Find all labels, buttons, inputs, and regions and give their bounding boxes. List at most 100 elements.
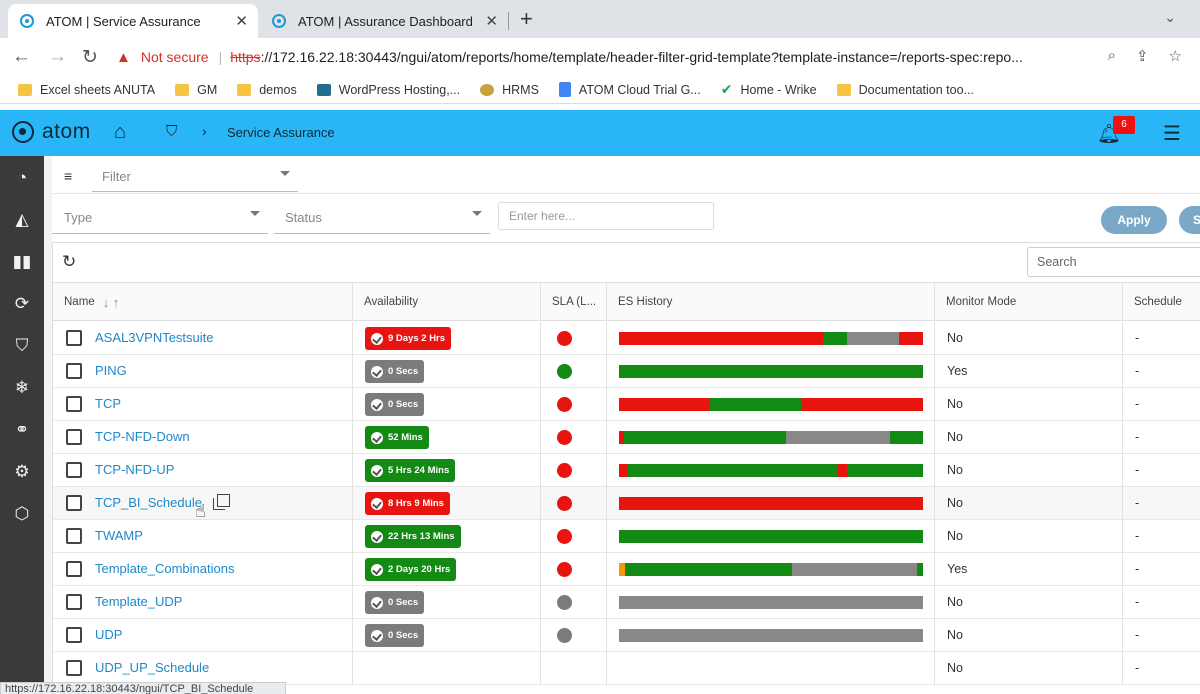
table-row[interactable]: Template_Combinations 2 Days 20 Hrs Yes - [53, 553, 1200, 586]
bookmark-item[interactable]: GM [175, 83, 217, 97]
row-name-link[interactable]: TCP-NFD-Down [95, 429, 190, 444]
shield-icon[interactable]: ⛉ [166, 123, 177, 140]
row-checkbox[interactable] [66, 429, 82, 445]
refresh-icon[interactable]: ↻ [62, 252, 76, 272]
hamburger-menu-icon[interactable]: ☰ [1163, 121, 1181, 146]
back-arrow-icon[interactable]: ← [12, 46, 31, 68]
value-input[interactable]: Enter here... [498, 202, 714, 230]
cell-sla [541, 355, 607, 388]
table-row[interactable]: TCP_BI_Schedule ☝ 8 Hrs 9 Mins No - [53, 487, 1200, 521]
cell-name: Template_Combinations [53, 553, 353, 586]
row-name-link[interactable]: TCP_BI_Schedule [95, 495, 202, 510]
reload-icon[interactable]: ↻ [82, 46, 98, 69]
settings-gear-icon[interactable]: ⚙ [0, 452, 44, 492]
column-header-sla[interactable]: SLA (L... [541, 283, 607, 321]
tab-search-chevron-icon[interactable]: ⌄ [1164, 9, 1176, 26]
bookmark-item[interactable]: Excel sheets ANUTA [18, 83, 155, 97]
monitor-mode-value: No [947, 661, 963, 675]
column-header-es-history[interactable]: ES History [607, 283, 935, 321]
row-checkbox[interactable] [66, 627, 82, 643]
close-icon[interactable]: ✕ [235, 12, 248, 30]
table-row[interactable]: UDP_UP_Schedule No - [53, 652, 1200, 685]
row-checkbox[interactable] [66, 396, 82, 412]
assurance-shield-icon[interactable]: ⛉ [0, 326, 44, 366]
row-name-link[interactable]: Template_Combinations [95, 561, 234, 576]
table-row[interactable]: TCP-NFD-Down 52 Mins No - [53, 421, 1200, 454]
es-history-bar [619, 629, 923, 642]
row-name-link[interactable]: Template_UDP [95, 594, 182, 609]
row-checkbox[interactable] [66, 363, 82, 379]
row-name-link[interactable]: ASAL3VPNTestsuite [95, 330, 214, 345]
monitor-mode-value: No [947, 331, 963, 345]
wrike-check-icon: ✔ [720, 81, 733, 97]
cell-es-history [607, 652, 935, 685]
table-row[interactable]: TCP-NFD-UP 5 Hrs 24 Mins No - [53, 454, 1200, 487]
home-icon[interactable]: ⌂ [114, 121, 126, 144]
es-history-segment [786, 431, 890, 444]
table-row[interactable]: TCP 0 Secs No - [53, 388, 1200, 421]
cell-es-history [607, 619, 935, 652]
copy-icon[interactable] [213, 494, 230, 510]
type-dropdown[interactable]: Type [52, 202, 268, 234]
bookmark-star-icon[interactable]: ☆ [1169, 47, 1182, 65]
browser-tab-assurance-dashboard[interactable]: ATOM | Assurance Dashboard ✕ [260, 4, 508, 38]
table-row[interactable]: Template_UDP 0 Secs No - [53, 586, 1200, 619]
notification-badge[interactable]: 6 [1113, 116, 1135, 134]
row-checkbox[interactable] [66, 330, 82, 346]
new-tab-button[interactable]: + [520, 6, 533, 32]
column-header-availability[interactable]: Availability [353, 283, 541, 321]
row-checkbox[interactable] [66, 660, 82, 676]
es-history-bar [619, 464, 923, 477]
snowflake-icon[interactable]: ❄ [0, 368, 44, 408]
es-history-segment [916, 563, 923, 576]
share-icon[interactable]: ⇪ [1136, 47, 1149, 65]
filter-dropdown[interactable]: Filter [92, 162, 298, 192]
row-checkbox[interactable] [66, 561, 82, 577]
bookmark-item[interactable]: demos [237, 83, 297, 97]
workflow-icon[interactable]: ⟳ [0, 284, 44, 324]
close-icon[interactable]: ✕ [485, 12, 498, 30]
cube-icon[interactable]: ⬡ [0, 494, 44, 534]
filter-lines-icon[interactable]: ≡ [64, 168, 72, 184]
apply-button[interactable]: Apply [1101, 206, 1167, 234]
row-name-link[interactable]: UDP [95, 627, 122, 642]
browser-tab-service-assurance[interactable]: ATOM | Service Assurance ✕ [8, 4, 258, 38]
bookmark-item[interactable]: WordPress Hosting,... [316, 83, 460, 97]
column-header-monitor-mode[interactable]: Monitor Mode [935, 283, 1123, 321]
table-row[interactable]: TWAMP 22 Hrs 13 Mins No - [53, 520, 1200, 553]
sort-arrows-icon[interactable]: ↓ ↑ [103, 295, 120, 310]
status-dropdown[interactable]: Status [274, 202, 490, 234]
bookmark-item[interactable]: ATOM Cloud Trial G... [558, 82, 701, 97]
dashboard-icon[interactable]: ◔ [0, 158, 44, 198]
search-input[interactable]: Search [1027, 247, 1200, 277]
table-row[interactable]: UDP 0 Secs No - [53, 619, 1200, 652]
address-bar[interactable]: ▲ Not secure | https ://172.16.22.18:304… [112, 42, 1192, 72]
reports-icon[interactable]: ▮▮ [0, 242, 44, 282]
forward-arrow-icon[interactable]: → [48, 46, 67, 68]
bookmark-item[interactable]: Documentation too... [836, 83, 974, 97]
bookmark-item[interactable]: ✔ Home - Wrike [721, 81, 817, 98]
row-name-link[interactable]: TCP-NFD-UP [95, 462, 174, 477]
schedule-value: - [1135, 331, 1140, 345]
not-secure-label[interactable]: Not secure [141, 49, 209, 65]
secondary-button[interactable]: S [1179, 206, 1200, 234]
row-checkbox[interactable] [66, 462, 82, 478]
table-row[interactable]: ASAL3VPNTestsuite 9 Days 2 Hrs No - [53, 322, 1200, 355]
row-checkbox[interactable] [66, 528, 82, 544]
zoom-search-icon[interactable]: ⌕ [1108, 47, 1116, 65]
row-name-link[interactable]: TWAMP [95, 528, 143, 543]
link-icon[interactable]: ⚭ [0, 410, 44, 450]
row-checkbox[interactable] [66, 594, 82, 610]
row-name-link[interactable]: UDP_UP_Schedule [95, 660, 209, 675]
row-name-link[interactable]: TCP [95, 396, 121, 411]
folder-icon [836, 83, 851, 96]
bookmark-item[interactable]: HRMS [480, 83, 539, 97]
column-header-schedule[interactable]: Schedule [1123, 283, 1200, 321]
topology-icon[interactable]: ◭ [0, 200, 44, 240]
row-checkbox[interactable] [66, 495, 82, 511]
availability-text: 9 Days 2 Hrs [388, 333, 446, 344]
column-header-name[interactable]: Name ↓ ↑ [53, 283, 353, 321]
atom-logo[interactable]: atom [12, 120, 91, 144]
row-name-link[interactable]: PING [95, 363, 127, 378]
table-row[interactable]: PING 0 Secs Yes - [53, 355, 1200, 388]
